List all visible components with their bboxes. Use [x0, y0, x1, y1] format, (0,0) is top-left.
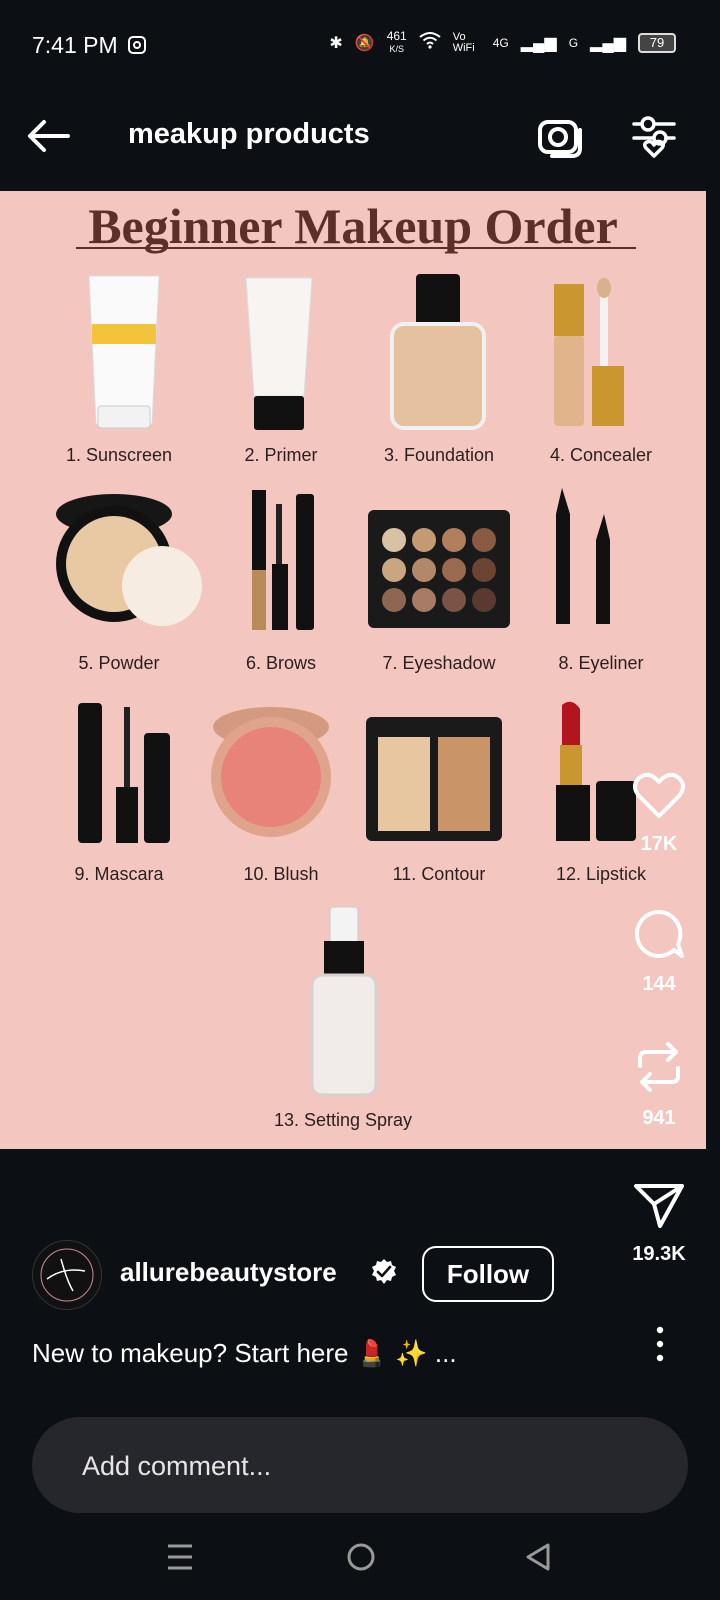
back-arrow-icon[interactable] — [24, 116, 72, 156]
product-blush: 10. Blush — [196, 685, 366, 885]
product-foundation: 3. Foundation — [354, 266, 524, 466]
label-lipstick: 12. Lipstick — [555, 864, 647, 884]
follow-button[interactable]: Follow — [422, 1246, 554, 1302]
comment-action[interactable]: 144 — [598, 908, 720, 996]
network-g-label: G — [568, 35, 579, 50]
verified-icon — [370, 1258, 398, 1286]
product-brows: 6. Brows — [196, 474, 366, 674]
more-icon[interactable] — [652, 1324, 668, 1364]
menu-icon[interactable] — [166, 1542, 194, 1577]
comment-icon[interactable] — [598, 908, 720, 965]
product-mascara: 9. Mascara — [34, 685, 204, 885]
repost-icon[interactable] — [598, 1040, 720, 1099]
label-setting-spray: 13. Setting Spray — [273, 1110, 413, 1130]
like-count: 17K — [640, 833, 678, 855]
product-eyeliner: 8. Eyeliner — [516, 474, 686, 674]
page-title: meakup products — [128, 118, 370, 150]
avatar[interactable] — [32, 1240, 102, 1310]
net-speed: 461 K/S — [386, 29, 407, 54]
camera-icon[interactable] — [536, 114, 584, 158]
back-nav-icon[interactable] — [524, 1542, 552, 1577]
post-image[interactable]: Beginner Makeup Order 1. Sunscreen 2. Pr… — [0, 191, 706, 1149]
share-count: 19.3K — [632, 1243, 686, 1265]
bluetooth-icon: ✱ — [329, 34, 343, 52]
title-divider — [76, 247, 636, 249]
post-caption[interactable]: New to makeup? Start here 💄 ✨ ... — [32, 1338, 457, 1369]
heart-icon[interactable] — [598, 770, 720, 825]
like-action[interactable]: 17K — [598, 770, 720, 856]
signal-icon-1: ▂▄▆ — [520, 34, 557, 52]
username[interactable]: allurebeautystore — [120, 1257, 337, 1288]
send-icon[interactable] — [598, 1180, 720, 1235]
product-primer: 2. Primer — [196, 266, 366, 466]
comment-input[interactable] — [80, 1445, 644, 1487]
label-foundation: 3. Foundation — [383, 445, 495, 465]
wifi-icon — [419, 31, 441, 54]
label-powder: 5. Powder — [78, 653, 160, 673]
comment-count: 144 — [642, 973, 676, 995]
product-powder: 5. Powder — [34, 474, 204, 674]
label-eyeliner: 8. Eyeliner — [558, 653, 644, 673]
mute-icon: 🔕 — [354, 34, 375, 52]
repost-count: 941 — [642, 1107, 676, 1129]
label-eyeshadow: 7. Eyeshadow — [382, 653, 496, 673]
network-4g-label: 4G — [492, 35, 509, 50]
label-mascara: 9. Mascara — [74, 864, 164, 884]
share-action[interactable]: 19.3K — [598, 1180, 720, 1266]
comment-box[interactable] — [32, 1417, 688, 1513]
repost-action[interactable]: 941 — [598, 1040, 720, 1130]
label-concealer: 4. Concealer — [549, 445, 653, 465]
product-contour: 11. Contour — [354, 685, 524, 885]
home-icon[interactable] — [346, 1542, 376, 1577]
battery-icon: 79 — [638, 32, 676, 53]
status-icons: ✱ 🔕 461 K/S Vo WiFi 4G ▂▄▆ G ▂▄▆ 79 — [329, 30, 676, 55]
signal-icon-2: ▂▄▆ — [590, 34, 626, 52]
system-nav-bar — [0, 1530, 720, 1600]
label-sunscreen: 1. Sunscreen — [65, 445, 173, 465]
status-time: 7:41 PM — [32, 32, 118, 58]
product-sunscreen: 1. Sunscreen — [34, 266, 204, 466]
label-primer: 2. Primer — [244, 445, 318, 465]
product-eyeshadow: 7. Eyeshadow — [354, 474, 524, 674]
label-brows: 6. Brows — [245, 653, 317, 673]
product-setting-spray: 13. Setting Spray — [258, 901, 428, 1130]
filter-icon[interactable] — [630, 114, 678, 158]
label-blush: 10. Blush — [243, 864, 319, 884]
label-contour: 11. Contour — [392, 864, 486, 884]
instagram-notification-icon — [128, 36, 146, 54]
volte-label: Vo WiFi — [452, 30, 475, 54]
product-concealer: 4. Concealer — [516, 266, 686, 466]
status-bar: 7:41 PM ✱ 🔕 461 K/S Vo WiFi 4G ▂▄▆ G ▂▄▆ … — [0, 0, 720, 80]
